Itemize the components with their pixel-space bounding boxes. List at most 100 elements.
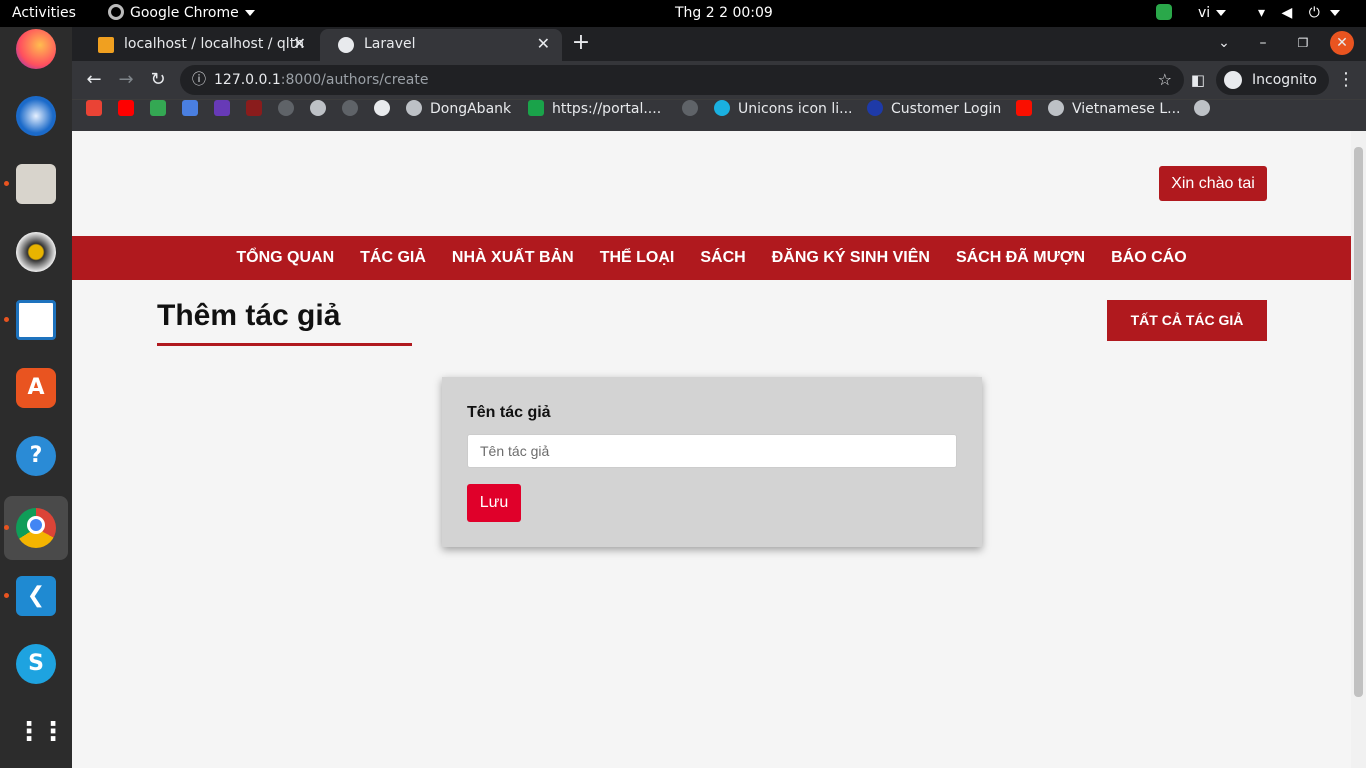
nav-overview[interactable]: TỔNG QUAN xyxy=(236,236,334,280)
dock-skype[interactable]: S xyxy=(4,632,68,696)
dock-rhythmbox[interactable] xyxy=(4,220,68,284)
side-panel-button[interactable]: ◧ xyxy=(1184,66,1212,94)
chevron-down-icon xyxy=(1330,10,1341,16)
bookmark-unicons[interactable]: Unicons icon li... xyxy=(714,100,853,132)
save-button[interactable]: Lưu xyxy=(467,484,521,522)
main-navbar: TỔNG QUAN TÁC GIẢ NHÀ XUẤT BẢN THỂ LOẠI SÁCH… xyxy=(72,236,1351,280)
dock-thunderbird[interactable] xyxy=(4,84,68,148)
dock-writer[interactable] xyxy=(4,288,68,352)
bookmark-github-2[interactable] xyxy=(342,100,366,132)
bookmark-customer-login[interactable]: Customer Login xyxy=(867,100,1001,132)
bookmark-gmail[interactable] xyxy=(86,100,110,132)
incognito-icon xyxy=(1224,71,1242,89)
github-icon xyxy=(342,100,358,116)
running-indicator xyxy=(4,317,9,322)
app-menu[interactable]: Google Chrome xyxy=(108,0,255,27)
bookmark-maps[interactable] xyxy=(150,100,174,132)
globe-icon xyxy=(338,37,354,53)
bookmark-youtube[interactable] xyxy=(118,100,142,132)
close-icon[interactable]: ✕ xyxy=(537,29,550,59)
minimize-button[interactable]: – xyxy=(1249,29,1277,57)
writer-icon xyxy=(16,300,56,340)
nav-reports[interactable]: BÁO CÁO xyxy=(1111,236,1187,280)
tab-search-button[interactable]: ⌄ xyxy=(1210,29,1238,57)
bookmark-wordpress[interactable] xyxy=(374,100,398,132)
reload-button[interactable]: ↻ xyxy=(144,66,172,94)
nav-authors[interactable]: TÁC GIẢ xyxy=(360,236,426,280)
chevron-down-icon xyxy=(244,10,255,16)
bookmark-adobe[interactable] xyxy=(1016,100,1040,132)
skype-icon: S xyxy=(16,644,56,684)
bookmark-vietnamese[interactable]: Vietnamese L... xyxy=(1048,100,1180,132)
dock-vscode[interactable]: ❮ xyxy=(4,564,68,628)
globe-icon xyxy=(310,100,326,116)
back-button[interactable]: ← xyxy=(80,66,108,94)
github-icon xyxy=(682,100,698,116)
close-window-button[interactable]: ✕ xyxy=(1330,31,1354,55)
wordpress-icon xyxy=(374,100,390,116)
bookmark-label: DongAbank xyxy=(430,101,512,117)
bookmark-github-3[interactable] xyxy=(682,100,706,132)
clock[interactable]: Thg 2 2 00:09 xyxy=(675,0,773,27)
translate-icon xyxy=(182,100,198,116)
dock-files[interactable] xyxy=(4,152,68,216)
browser-toolbar: ← → ↻ ⓘ 127.0.0.1:8000/authors/create ☆ … xyxy=(72,61,1366,99)
bookmark-forms[interactable] xyxy=(214,100,238,132)
nav-publishers[interactable]: NHÀ XUẤT BẢN xyxy=(452,236,574,280)
scrollbar-thumb[interactable] xyxy=(1354,147,1363,697)
bookmark-dongabank[interactable]: DongAbank xyxy=(406,100,511,132)
running-indicator xyxy=(4,525,9,530)
forward-button[interactable]: → xyxy=(112,66,140,94)
bookmark-label: Vietnamese L... xyxy=(1072,101,1181,117)
globe-icon xyxy=(406,100,422,116)
chevron-down-icon xyxy=(1216,10,1227,16)
customer-login-icon xyxy=(867,100,883,116)
bookmark-portal[interactable]: https://portal.... xyxy=(528,100,661,132)
chrome-icon xyxy=(16,508,56,548)
address-bar[interactable]: ⓘ 127.0.0.1:8000/authors/create ☆ xyxy=(180,65,1184,95)
forms-icon xyxy=(214,100,230,116)
close-icon[interactable]: ✕ xyxy=(293,29,306,59)
bookmark-github[interactable] xyxy=(278,100,302,132)
url-host: 127.0.0.1 xyxy=(214,72,281,88)
tab-phpmyadmin[interactable]: localhost / localhost / qlth ✕ xyxy=(80,29,318,61)
all-authors-button[interactable]: TẤT CẢ TÁC GIẢ xyxy=(1107,300,1267,341)
gmail-icon xyxy=(86,100,102,116)
greeting-button[interactable]: Xin chào tai xyxy=(1159,166,1267,201)
incognito-indicator[interactable]: Incognito xyxy=(1216,65,1329,95)
show-applications-button[interactable]: ⋮⋮⋮ xyxy=(4,700,90,764)
system-status-menu[interactable]: ▾ ◀ ⏻ xyxy=(1258,0,1341,27)
dock-software[interactable]: A xyxy=(4,356,68,420)
maximize-button[interactable]: ❐ xyxy=(1289,29,1317,57)
url-path: :8000/authors/create xyxy=(280,72,429,88)
unicons-icon xyxy=(714,100,730,116)
language-menu[interactable]: vi xyxy=(1198,0,1227,27)
bookmark-globe[interactable] xyxy=(310,100,334,132)
wifi-icon: ▾ xyxy=(1258,5,1266,21)
globe-icon xyxy=(1048,100,1064,116)
bookmark-star-icon[interactable]: ☆ xyxy=(1158,65,1172,95)
tab-title: localhost / localhost / qlth xyxy=(124,36,305,52)
dock-firefox[interactable] xyxy=(4,17,68,81)
update-icon[interactable] xyxy=(1156,0,1172,27)
nav-books[interactable]: SÁCH xyxy=(700,236,745,280)
new-tab-button[interactable]: + xyxy=(567,29,595,57)
bookmark-laravel[interactable] xyxy=(246,100,270,132)
nav-borrowed-books[interactable]: SÁCH ĐÃ MƯỢN xyxy=(956,236,1085,280)
nav-categories[interactable]: THỂ LOẠI xyxy=(600,236,675,280)
menu-button[interactable]: ⋮ xyxy=(1332,66,1360,94)
dock-chrome[interactable] xyxy=(4,496,68,560)
youtube-icon xyxy=(118,100,134,116)
power-icon: ⏻ xyxy=(1308,5,1320,21)
author-name-input[interactable] xyxy=(467,434,957,468)
page-scrollbar[interactable] xyxy=(1351,131,1366,768)
software-store-icon: A xyxy=(16,368,56,408)
dock-help[interactable]: ? xyxy=(4,424,68,488)
running-indicator xyxy=(4,593,9,598)
bookmark-globe-2[interactable] xyxy=(1194,100,1218,132)
web-page: Xin chào tai TỔNG QUAN TÁC GIẢ NHÀ XUẤT BẢ… xyxy=(72,131,1351,768)
app-grid-icon: ⋮⋮⋮ xyxy=(16,717,90,747)
bookmark-translate[interactable] xyxy=(182,100,206,132)
nav-student-registration[interactable]: ĐĂNG KÝ SINH VIÊN xyxy=(772,236,930,280)
tab-laravel[interactable]: Laravel ✕ xyxy=(320,29,562,61)
